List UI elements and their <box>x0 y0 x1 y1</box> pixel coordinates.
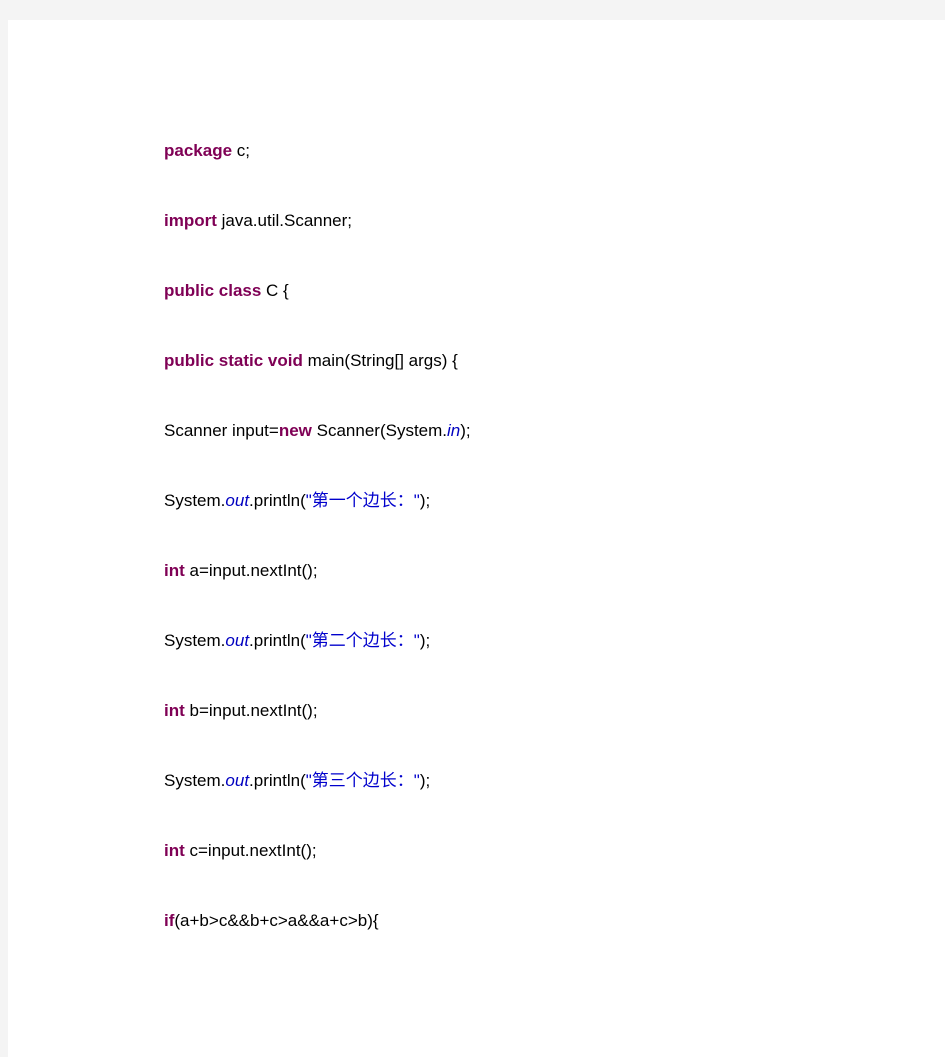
code-token-field: in <box>447 421 461 440</box>
code-token-plain: Scanner(System. <box>311 421 448 440</box>
code-token-plain: ); <box>419 631 431 650</box>
code-token-keyword: if <box>164 911 175 930</box>
code-token-plain: ); <box>419 771 431 790</box>
code-token-plain: .println( <box>249 631 306 650</box>
code-token-plain: System. <box>164 631 226 650</box>
code-token-string: "第一个边长：" <box>305 491 420 510</box>
code-token-keyword: int <box>164 841 185 860</box>
code-token-keyword: int <box>164 561 185 580</box>
code-token-plain: ); <box>460 421 471 440</box>
code-token-plain: ); <box>419 491 431 510</box>
code-line: Scanner input=new Scanner(System.in); <box>164 396 924 466</box>
code-line: int a=input.nextInt(); <box>164 536 924 606</box>
code-line: package c; <box>164 116 924 186</box>
code-token-plain: b=input.nextInt(); <box>184 701 318 720</box>
code-token-plain: main(String[] args) { <box>302 351 458 370</box>
code-token-plain: .println( <box>249 491 306 510</box>
document-page: package c; import java.util.Scanner; publi… <box>8 20 945 1057</box>
code-token-plain: System. <box>164 771 226 790</box>
code-token-plain: .println( <box>249 771 306 790</box>
code-token-plain: (a+b>c&&b+c>a&&a+c>b){ <box>174 911 379 930</box>
code-token-field: out <box>225 771 250 790</box>
code-token-plain: java.util.Scanner; <box>216 211 353 230</box>
code-token-string: "第三个边长：" <box>305 771 420 790</box>
code-token-field: out <box>225 491 250 510</box>
code-line: import java.util.Scanner; <box>164 186 924 256</box>
code-token-keyword: public static void <box>164 351 303 370</box>
code-line: public static void main(String[] args) { <box>164 326 924 396</box>
code-line: System.out.println("第二个边长："); <box>164 606 924 676</box>
code-line: public class C { <box>164 256 924 326</box>
code-token-plain: c=input.nextInt(); <box>184 841 317 860</box>
code-line: int b=input.nextInt(); <box>164 676 924 746</box>
code-token-keyword: public class <box>164 281 262 300</box>
code-line: int c=input.nextInt(); <box>164 816 924 886</box>
code-token-keyword: import <box>164 211 217 230</box>
code-line: System.out.println("第三个边长："); <box>164 746 924 816</box>
code-line: System.out.println("第一个边长："); <box>164 466 924 536</box>
code-token-plain: Scanner input= <box>164 421 279 440</box>
code-line: if(a+b>c&&b+c>a&&a+c>b){ <box>164 886 924 956</box>
code-token-field: out <box>225 631 250 650</box>
code-token-plain: a=input.nextInt(); <box>184 561 318 580</box>
code-token-keyword: new <box>278 421 312 440</box>
code-token-keyword: package <box>164 141 233 160</box>
code-token-plain: System. <box>164 491 226 510</box>
code-token-plain: c; <box>232 141 250 160</box>
code-token-keyword: int <box>164 701 185 720</box>
code-token-plain: C { <box>261 281 289 300</box>
code-token-string: "第二个边长：" <box>305 631 420 650</box>
code-listing: package c; import java.util.Scanner; publi… <box>164 116 924 956</box>
